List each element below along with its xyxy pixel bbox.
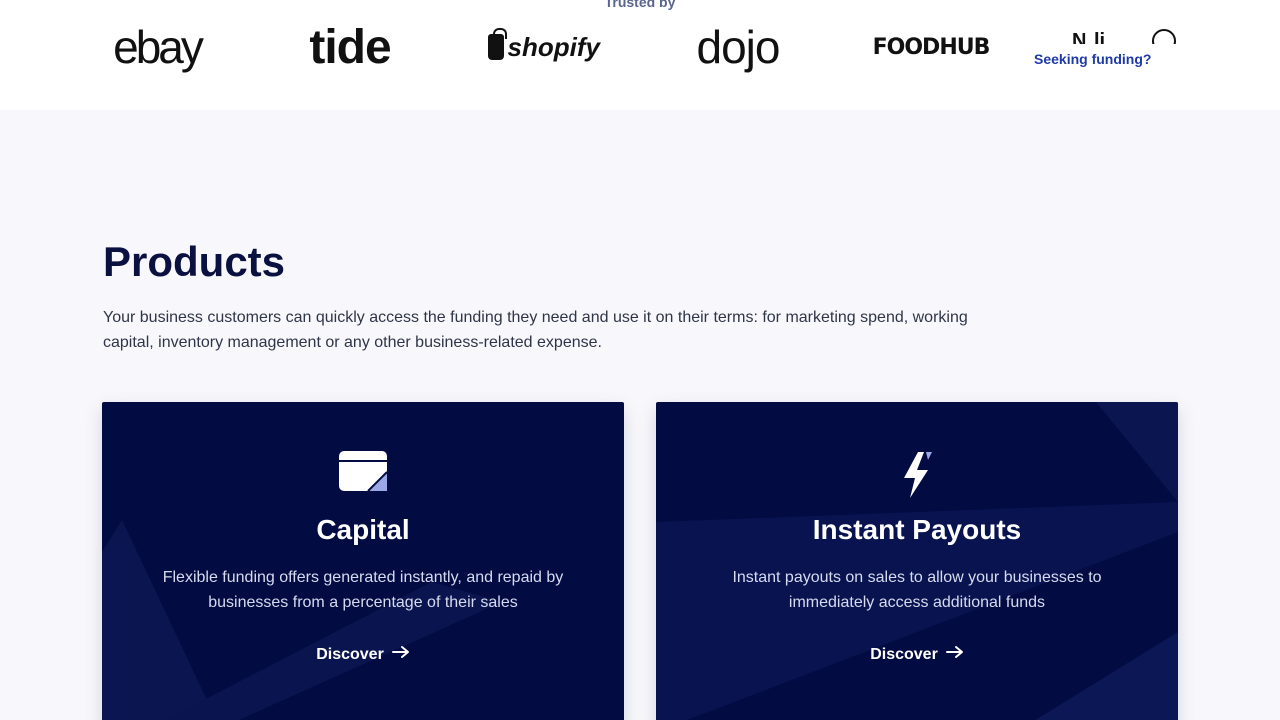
tide-logo: tide <box>309 20 391 74</box>
trusted-by-label: Trusted by <box>604 0 676 10</box>
shopify-logo: shopify <box>488 22 600 72</box>
trusted-by-strip: Trusted by ebay tide shopify dojo FOODHU… <box>0 0 1280 110</box>
instant-payouts-card[interactable]: Instant Payouts Instant payouts on sales… <box>656 402 1178 720</box>
instant-payouts-discover-label: Discover <box>870 645 938 663</box>
capital-title: Capital <box>316 514 410 545</box>
seeking-funding-link[interactable]: Seeking funding? <box>1034 51 1151 67</box>
instant-payouts-discover-link[interactable]: Discover <box>656 645 1178 664</box>
capital-description: Flexible funding offers generated instan… <box>162 569 564 611</box>
dojo-logo: dojo <box>696 21 781 73</box>
products-heading: Products <box>103 238 286 285</box>
credit-card-icon <box>102 450 624 498</box>
foodhub-logo: FOODHUB <box>872 34 991 60</box>
shopify-bag-icon <box>488 28 507 60</box>
capital-discover-link[interactable]: Discover <box>102 645 624 664</box>
products-description: Your business customers can quickly acce… <box>103 309 968 351</box>
partner-logo-partial: Nli <box>1072 24 1182 44</box>
arrow-right-icon <box>945 645 964 664</box>
instant-payouts-description: Instant payouts on sales to allow your b… <box>732 569 1102 611</box>
arrow-right-icon <box>391 645 410 664</box>
shopify-logo-text: shopify <box>507 31 600 62</box>
instant-payouts-title: Instant Payouts <box>812 514 1022 545</box>
lightning-icon <box>656 450 1178 498</box>
ebay-logo: ebay <box>113 21 204 73</box>
capital-card[interactable]: Capital Flexible funding offers generate… <box>102 402 624 720</box>
partner-circle-icon <box>1152 29 1176 44</box>
capital-discover-label: Discover <box>316 645 384 663</box>
